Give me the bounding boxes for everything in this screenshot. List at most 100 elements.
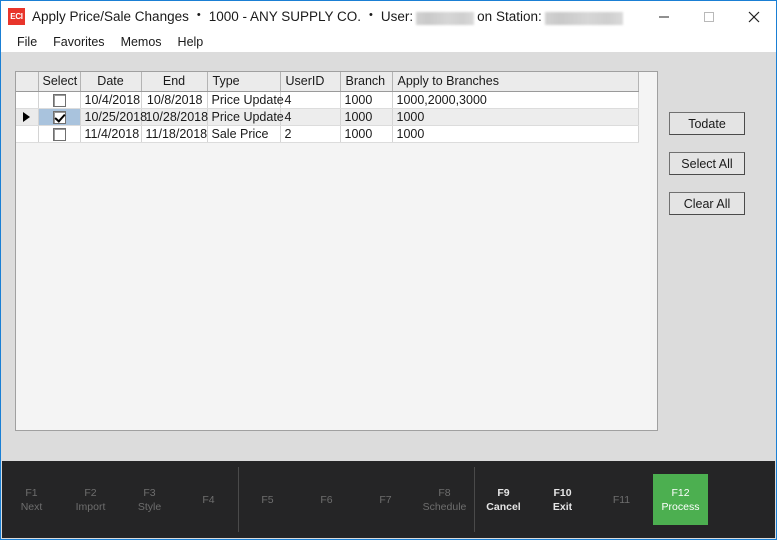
menu-item-file[interactable]: File [9, 34, 45, 50]
function-key-f11[interactable]: F11 [594, 474, 649, 525]
function-key-f3[interactable]: F3 Style [122, 474, 177, 525]
row-indicator [16, 108, 39, 126]
function-key-f4-key: F4 [202, 493, 215, 506]
clear-all-button[interactable]: Clear All [669, 192, 745, 215]
menu-item-help[interactable]: Help [170, 34, 212, 50]
row-indicator [16, 125, 39, 143]
grid-header-type[interactable]: Type [207, 72, 281, 92]
grid-header-branch[interactable]: Branch [340, 72, 393, 92]
function-key-f5-key: F5 [261, 493, 274, 506]
grid-header-apply-to-branches[interactable]: Apply to Branches [392, 72, 639, 92]
function-key-f1-key: F1 [25, 486, 38, 499]
checkbox-unchecked-icon[interactable] [52, 93, 66, 107]
function-key-f7-key: F7 [379, 493, 392, 506]
title-app-name: Apply Price/Sale Changes [32, 8, 189, 24]
grid-header-userid[interactable]: UserID [280, 72, 341, 92]
select-all-button[interactable]: Select All [669, 152, 745, 175]
eci-logo-icon: ECI [8, 7, 25, 25]
function-key-group-3: F9 Cancel F10 Exit F11 F12 Process [474, 461, 710, 538]
function-key-f10-key: F10 [553, 486, 572, 499]
window-controls [641, 1, 776, 32]
function-key-f4[interactable]: F4 [181, 474, 236, 525]
function-key-f9-label: Cancel [486, 500, 521, 513]
title-station-label: on Station: [477, 8, 542, 24]
function-key-f2-key: F2 [84, 486, 97, 499]
minimize-button[interactable] [641, 1, 686, 32]
function-key-f3-key: F3 [143, 486, 156, 499]
grid-header-end[interactable]: End [141, 72, 208, 92]
title-bar: ECI Apply Price/Sale Changes • 1000 - AN… [1, 0, 776, 31]
function-key-f2-label: Import [75, 500, 106, 513]
row-indicator [16, 91, 39, 109]
cell-end: 10/28/2018 [141, 108, 208, 126]
function-key-f12-key: F12 [671, 486, 690, 499]
cell-type: Price Update [207, 108, 284, 126]
cell-type: Sale Price [207, 125, 281, 143]
minimize-icon [658, 16, 669, 17]
function-key-f9-key: F9 [497, 486, 510, 499]
function-key-f9-cancel[interactable]: F9 Cancel [476, 474, 531, 525]
function-key-f6-key: F6 [320, 493, 333, 506]
grid-header-row: Select Date End Type UserID Branch Apply… [16, 72, 639, 92]
cell-date: 10/25/2018 [80, 108, 147, 126]
checkbox-checked-icon[interactable] [52, 110, 66, 124]
price-changes-grid-panel: Select Date End Type UserID Branch Apply… [15, 71, 658, 431]
cell-userid: 4 [280, 108, 341, 126]
table-row[interactable]: 10/4/2018 10/8/2018 Price Update 4 1000 … [16, 91, 639, 109]
redacted-user-value [416, 11, 475, 25]
function-key-f8-label: Schedule [422, 500, 467, 513]
function-key-f1-label: Next [20, 500, 43, 513]
function-key-group-2: F5 F6 F7 F8 Schedule [238, 461, 474, 538]
function-key-f12-process[interactable]: F12 Process [653, 474, 708, 525]
maximize-button[interactable] [686, 1, 731, 32]
function-key-f8[interactable]: F8 Schedule [417, 474, 472, 525]
cell-apply-to-branches: 1000 [392, 125, 639, 143]
function-key-f3-label: Style [137, 500, 162, 513]
function-key-f10-exit[interactable]: F10 Exit [535, 474, 590, 525]
function-key-f7[interactable]: F7 [358, 474, 413, 525]
row-select-cell[interactable] [38, 108, 81, 126]
function-key-bar: F1 Next F2 Import F3 Style F4 F5 F6 F7 F… [2, 461, 775, 538]
menu-item-favorites[interactable]: Favorites [45, 34, 112, 50]
close-icon [748, 11, 759, 22]
cell-date: 10/4/2018 [80, 91, 142, 109]
cell-branch: 1000 [340, 91, 393, 109]
cell-branch: 1000 [340, 108, 393, 126]
function-key-f10-label: Exit [552, 500, 573, 513]
cell-userid: 2 [280, 125, 341, 143]
table-row[interactable]: 11/4/2018 11/18/2018 Sale Price 2 1000 1… [16, 125, 639, 143]
title-separator-1: • [196, 9, 201, 21]
price-changes-grid: Select Date End Type UserID Branch Apply… [16, 72, 639, 143]
main-content-area: Select Date End Type UserID Branch Apply… [2, 52, 775, 462]
current-row-arrow-icon [23, 111, 31, 122]
row-select-cell[interactable] [38, 125, 81, 143]
grid-header-indicator [16, 72, 39, 92]
title-separator-2: • [369, 9, 373, 21]
cell-end: 11/18/2018 [141, 125, 208, 143]
function-key-f5[interactable]: F5 [240, 474, 295, 525]
grid-action-buttons: Todate Select All Clear All [669, 112, 749, 232]
function-key-f11-key: F11 [612, 493, 631, 506]
function-key-f12-label: Process [661, 500, 700, 513]
cell-userid: 4 [280, 91, 341, 109]
table-row[interactable]: 10/25/2018 10/28/2018 Price Update 4 100… [16, 108, 639, 126]
grid-header-date[interactable]: Date [80, 72, 142, 92]
function-key-f8-key: F8 [438, 486, 451, 499]
menu-bar: File Favorites Memos Help [1, 31, 776, 52]
checkbox-unchecked-icon[interactable] [52, 127, 66, 141]
function-key-f6[interactable]: F6 [299, 474, 354, 525]
redacted-station-value [544, 11, 623, 25]
row-select-cell[interactable] [38, 91, 81, 109]
function-key-f1[interactable]: F1 Next [4, 474, 59, 525]
application-window: ECI Apply Price/Sale Changes • 1000 - AN… [0, 0, 777, 540]
function-key-f2[interactable]: F2 Import [63, 474, 118, 525]
close-button[interactable] [731, 1, 776, 32]
maximize-icon [703, 11, 714, 22]
todate-button[interactable]: Todate [669, 112, 745, 135]
cell-date: 11/4/2018 [80, 125, 142, 143]
cell-end: 10/8/2018 [141, 91, 208, 109]
cell-apply-to-branches: 1000 [392, 108, 639, 126]
function-key-group-1: F1 Next F2 Import F3 Style F4 [2, 461, 238, 538]
menu-item-memos[interactable]: Memos [113, 34, 170, 50]
grid-header-select[interactable]: Select [38, 72, 81, 92]
